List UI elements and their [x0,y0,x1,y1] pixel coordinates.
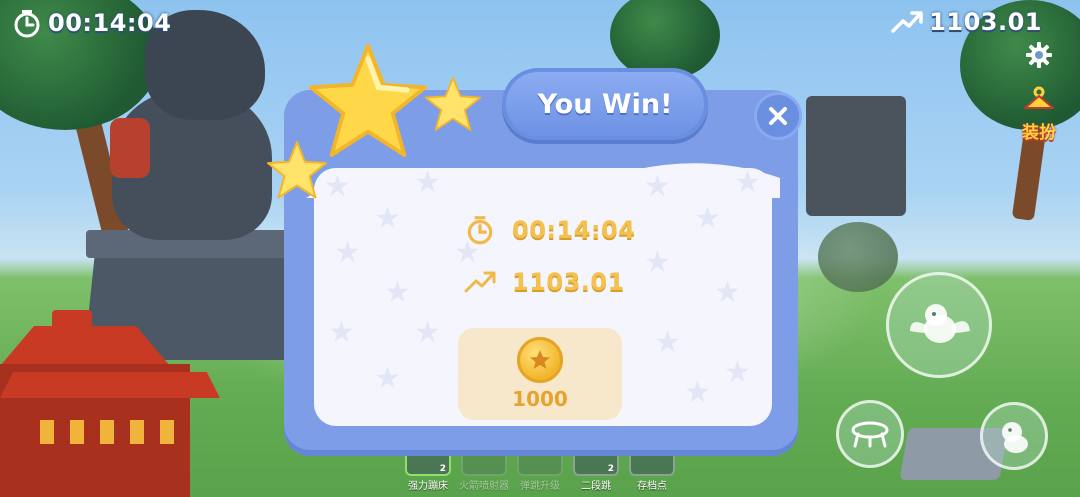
skill-count: 2 [439,464,446,474]
score-stat: 1103.01 [464,268,625,296]
hanger-icon [1024,86,1054,109]
reward-amount: 1000 [512,387,568,411]
star-pattern: ★ [644,169,671,204]
close-icon [769,107,787,125]
star-pattern: ★ [714,275,741,310]
time-value: 00:14:04 [512,216,636,244]
fly-button[interactable] [886,272,992,378]
title-banner: You Win! [502,68,708,140]
star-pattern: ★ [414,315,441,350]
star-pattern: ★ [414,168,441,200]
star-pattern: ★ [374,201,401,236]
star-pattern: ★ [684,375,711,410]
pagoda-window [160,420,174,444]
hud-timer-text: 00:14:04 [48,9,172,37]
star-pattern: ★ [654,325,681,360]
skill-label: 存档点 [637,481,667,492]
settings-gear-button[interactable] [1026,42,1052,68]
star-pattern: ★ [694,201,721,236]
coin-icon [517,337,563,383]
star-pattern: ★ [384,275,411,310]
star-pattern: ★ [374,361,401,396]
small-star-icon [424,76,482,131]
bird-jump-icon [1002,422,1028,453]
dress-up-label: 装扮 [1022,123,1056,143]
hud-score: 1103.01 [891,8,1042,36]
small-star-icon [266,140,328,199]
star-pattern: ★ [328,315,355,350]
title-banner-inner: You Win! [506,72,704,136]
hud-score-text: 1103.01 [929,8,1042,36]
statue-saddle [110,118,150,178]
close-button[interactable] [754,92,802,140]
trend-up-icon [891,11,923,33]
skill-label: 二段跳 [581,481,611,492]
bird-flying-icon [910,304,970,343]
trampoline-button[interactable] [836,400,904,468]
stopwatch-icon [14,10,40,38]
hud-timer: 00:14:04 [12,8,171,38]
gear-icon [1026,42,1052,68]
dress-up-button[interactable]: 装扮 [1014,86,1064,146]
skill-label: 火箭喷射器 [459,481,509,492]
skill-label: 强力蹦床 [408,481,448,492]
star-pattern: ★ [724,355,751,390]
win-dialog: ★ ★ ★ ★ ★ ★ ★ ★ ★ ★ ★ ★ ★ ★ ★ ★ ★ ★ 00:1… [266,43,802,456]
pagoda-eave [0,372,220,398]
bush-right [818,222,898,292]
pagoda-window [70,420,84,444]
star-icon [530,350,550,369]
pagoda-window [100,420,114,444]
trend-up-icon [464,271,496,293]
star-pattern: ★ [644,245,671,280]
pagoda-window [40,420,54,444]
time-stat: 00:14:04 [464,214,635,246]
score-value: 1103.01 [512,268,625,296]
jump-button[interactable] [980,402,1048,470]
dialog-title: You Win! [537,88,673,120]
skill-count: 2 [607,464,614,474]
trampoline-icon [851,421,889,448]
pagoda-window [130,420,144,444]
stopwatch-icon [467,216,493,245]
star-pattern: ★ [734,168,761,200]
skill-label: 弹跳升级 [520,481,560,492]
star-pattern: ★ [334,235,361,270]
stone-statue [806,96,906,216]
reward-box: 1000 [458,328,622,420]
